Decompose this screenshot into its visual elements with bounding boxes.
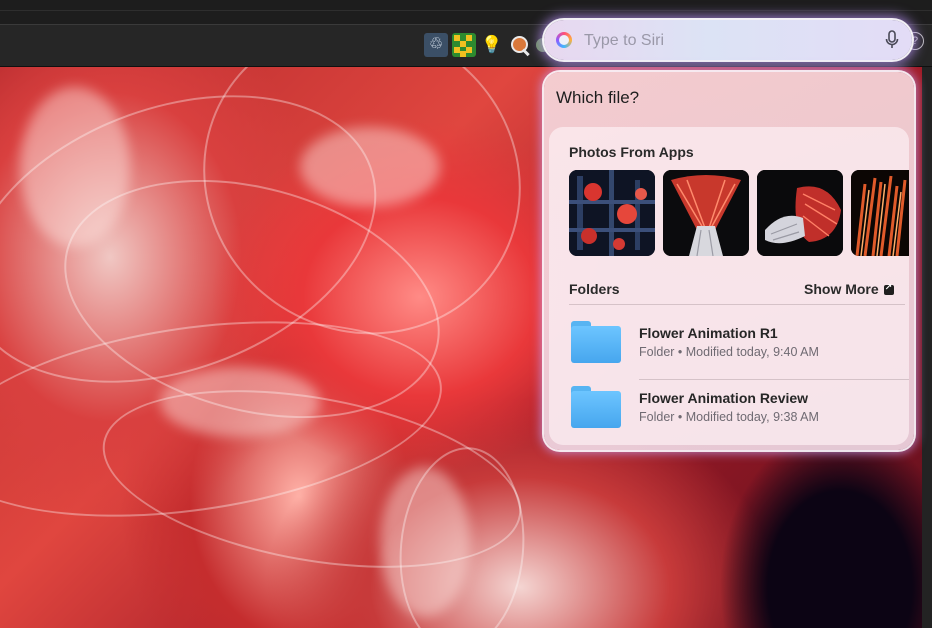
folder-meta: Folder • Modified today, 9:40 AM — [639, 345, 819, 359]
zoom-icon[interactable] — [508, 33, 532, 57]
photos-section-title: Photos From Apps — [569, 144, 694, 160]
scrollbar-track[interactable] — [922, 67, 932, 628]
siri-search-bar[interactable] — [544, 20, 912, 60]
folder-name: Flower Animation R1 — [639, 325, 778, 341]
lightbulb-icon[interactable]: 💡 — [481, 33, 502, 57]
folder-result-row[interactable]: Flower Animation Review Folder • Modifie… — [569, 378, 905, 438]
open-external-icon — [883, 282, 894, 296]
folder-icon — [571, 321, 621, 363]
siri-icon — [556, 32, 572, 48]
siri-results-panel: Which file? Photos From Apps Folders Sho… — [544, 72, 914, 450]
photo-thumb-3[interactable] — [757, 170, 843, 256]
divider — [0, 10, 932, 11]
folder-name: Flower Animation Review — [639, 390, 809, 406]
siri-input[interactable] — [582, 28, 876, 54]
show-more-button[interactable]: Show More — [804, 281, 894, 297]
panel-title: Which file? — [556, 88, 640, 107]
show-more-label: Show More — [804, 281, 879, 297]
photo-thumb-2[interactable] — [663, 170, 749, 256]
grid-app-icon[interactable] — [452, 33, 476, 57]
results-card: Photos From Apps Folders Show More↗ Flow… — [549, 127, 909, 445]
folders-section-title: Folders — [569, 281, 620, 297]
recycle-icon[interactable]: ♲ — [424, 33, 448, 57]
folder-icon — [571, 386, 621, 428]
folder-result-row[interactable]: Flower Animation R1 Folder • Modified to… — [569, 313, 905, 373]
divider — [569, 304, 905, 305]
photo-thumb-1[interactable] — [569, 170, 655, 256]
microphone-icon[interactable] — [884, 30, 900, 50]
photo-thumb-4[interactable] — [851, 170, 909, 256]
folder-meta: Folder • Modified today, 9:38 AM — [639, 410, 819, 424]
